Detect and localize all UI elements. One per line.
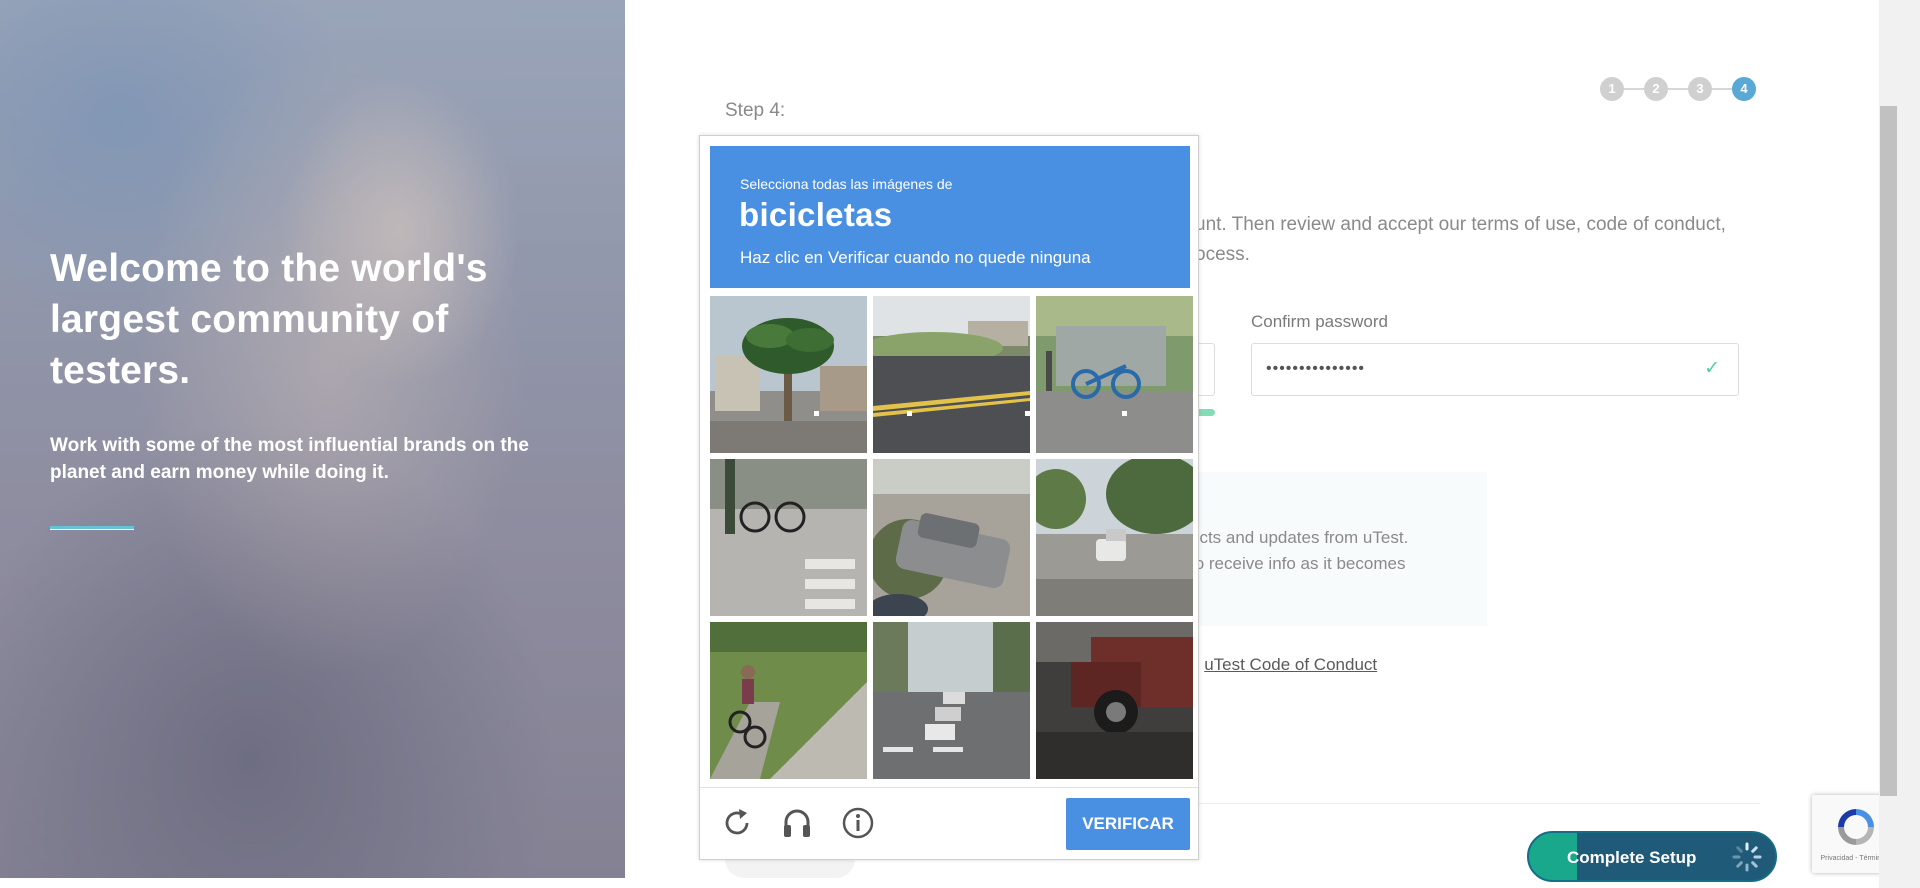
step-1: 1 xyxy=(1600,77,1624,101)
intro-line-1: unt. Then review and accept our terms of… xyxy=(1195,214,1726,235)
parked-car-driveway-image xyxy=(873,459,1030,616)
hero-title: Welcome to the world's largest community… xyxy=(50,247,488,392)
captcha-tile-1[interactable] xyxy=(710,296,867,453)
recaptcha-logo-icon xyxy=(1838,809,1874,845)
tree-lined-street-image xyxy=(1036,459,1193,616)
tile-marker xyxy=(1025,411,1030,416)
step-4: 4 xyxy=(1732,77,1756,101)
optin-line-1: ects and updates from uTest. xyxy=(1190,528,1409,547)
check-icon: ✓ xyxy=(1704,358,1720,379)
info-icon[interactable] xyxy=(841,806,875,840)
code-of-conduct-link[interactable]: uTest Code of Conduct xyxy=(1204,655,1377,674)
captcha-tile-7[interactable] xyxy=(710,622,867,779)
tile-marker xyxy=(814,411,819,416)
red-pickup-truck-image xyxy=(1036,622,1193,779)
captcha-tile-9[interactable] xyxy=(1036,622,1193,779)
step-connector xyxy=(1612,88,1742,90)
bike-at-crosswalk-image xyxy=(710,459,867,616)
road-median-image xyxy=(873,296,1030,453)
step-2: 2 xyxy=(1644,77,1668,101)
confirm-password-label: Confirm password xyxy=(1251,312,1388,331)
bike-share-rack-image xyxy=(1036,296,1193,453)
page-scrollbar-thumb[interactable] xyxy=(1880,106,1897,796)
tile-marker xyxy=(1122,411,1127,416)
step-label: Step 4: xyxy=(725,100,786,121)
newsletter-optin-text: ects and updates from uTest. to receive … xyxy=(1190,525,1490,577)
hero-content: Welcome to the world's largest community… xyxy=(50,243,570,530)
cyclist-sidewalk-image xyxy=(710,622,867,779)
captcha-keyword: bicicletas xyxy=(739,196,893,233)
verify-button[interactable]: VERIFICAR xyxy=(1066,798,1190,850)
complete-setup-label: Complete Setup xyxy=(1567,848,1697,867)
step-indicator: 1 2 3 4 xyxy=(1600,76,1760,102)
code-of-conduct-text: e uTest Code of Conduct xyxy=(1190,655,1377,675)
loading-spinner-icon xyxy=(1732,842,1762,872)
captcha-hint: Haz clic en Verificar cuando no quede ni… xyxy=(740,248,1091,267)
step-3: 3 xyxy=(1688,77,1712,101)
tile-marker xyxy=(907,411,912,416)
hero-subtitle: Work with some of the most influential b… xyxy=(50,435,529,483)
captcha-challenge: Selecciona todas las imágenes de bicicle… xyxy=(699,135,1199,860)
intro-text: unt. Then review and accept our terms of… xyxy=(1195,210,1755,270)
captcha-tile-6[interactable] xyxy=(1036,459,1193,616)
hero-divider xyxy=(50,526,134,530)
captcha-header: Selecciona todas las imágenes de bicicle… xyxy=(710,146,1190,288)
hero-panel: Welcome to the world's largest community… xyxy=(0,0,625,878)
audio-headphones-icon[interactable] xyxy=(780,806,814,840)
confirm-password-value: ••••••••••••••• xyxy=(1266,360,1366,377)
footer-divider xyxy=(1195,803,1760,804)
optin-line-2: to receive info as it becomes xyxy=(1190,554,1406,573)
reload-icon[interactable] xyxy=(720,806,754,840)
captcha-tile-3[interactable] xyxy=(1036,296,1193,453)
confirm-password-input[interactable]: ••••••••••••••• ✓ xyxy=(1251,343,1739,396)
captcha-tile-grid xyxy=(710,296,1193,779)
captcha-instruction: Selecciona todas las imágenes de xyxy=(740,176,953,192)
palm-tree-image xyxy=(710,296,867,453)
captcha-tile-8[interactable] xyxy=(873,622,1030,779)
captcha-tile-2[interactable] xyxy=(873,296,1030,453)
intro-line-2: ocess. xyxy=(1195,244,1250,265)
captcha-tile-4[interactable] xyxy=(710,459,867,616)
complete-setup-button[interactable]: Complete Setup xyxy=(1527,831,1777,882)
captcha-footer: VERIFICAR xyxy=(700,787,1198,859)
captcha-tile-5[interactable] xyxy=(873,459,1030,616)
street-parked-cars-image xyxy=(873,622,1030,779)
